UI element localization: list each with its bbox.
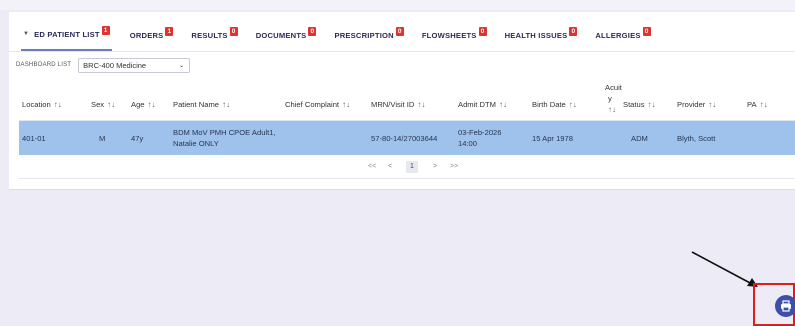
tab-badge: 0 [395, 26, 404, 36]
tab-results[interactable]: RESULTS 0 [191, 19, 238, 51]
col-status[interactable]: Status ↑↓ [623, 100, 656, 109]
patient-panel: ▼ ED PATIENT LIST 1 ORDERS 1 RESULTS 0 DOCU… [9, 12, 795, 190]
cell-provider: Blyth, Scott [677, 134, 716, 143]
dashboard-selected-value: BRC-400 Medicine [83, 60, 147, 70]
tab-allergies[interactable]: ALLERGIES 0 [595, 19, 651, 51]
tab-badge: 0 [569, 26, 578, 36]
tab-documents[interactable]: DOCUMENTS 0 [256, 19, 317, 51]
sort-icon: ↑↓ [708, 100, 717, 109]
tab-flowsheets[interactable]: FLOWSHEETS 0 [422, 19, 487, 51]
sort-icon: ↑↓ [568, 100, 577, 109]
annotation-arrow [691, 251, 758, 287]
col-label: Provider [677, 100, 706, 109]
cell-location: 401-01 [22, 134, 46, 143]
sort-icon: ↑↓ [107, 100, 116, 109]
pager-first-button[interactable]: << [368, 163, 376, 170]
top-strip [0, 0, 795, 10]
patient-name-line: Natalie ONLY [173, 139, 219, 148]
tab-badge: 0 [308, 26, 317, 36]
pagination: << < 1 > >> [19, 155, 795, 179]
tab-badge: 1 [165, 26, 174, 36]
col-sex[interactable]: Sex ↑↓ [91, 100, 115, 109]
tab-orders[interactable]: ORDERS 1 [130, 19, 174, 51]
cell-status: ADM [631, 134, 648, 143]
col-birth-date[interactable]: Birth Date ↑↓ [532, 100, 577, 109]
dashboard-label: DASHBOARD LIST [16, 62, 72, 68]
sort-icon: ↑↓ [417, 100, 426, 109]
pager-next-button[interactable]: > [433, 163, 437, 170]
table-row[interactable]: 401-01 M 47y BDM MoV PMH CPOE Adult1, Na… [19, 121, 795, 155]
pager-last-button[interactable]: >> [450, 163, 458, 170]
col-provider[interactable]: Provider ↑↓ [677, 100, 716, 109]
col-label: PA [747, 100, 757, 109]
col-label: y [608, 94, 612, 103]
sort-icon: ↑↓ [222, 100, 231, 109]
admit-date: 03-Feb-2026 [458, 128, 502, 137]
tab-label: PRESCRIPTION [334, 30, 394, 40]
cell-birth-date: 15 Apr 1978 [532, 134, 573, 143]
cell-age: 47y [131, 134, 144, 143]
col-label: Patient Name [173, 100, 220, 109]
tab-label: ORDERS [129, 30, 164, 40]
sort-icon: ↑↓ [498, 100, 507, 109]
col-label: Sex [91, 100, 105, 109]
tab-ed-patient-list[interactable]: ▼ ED PATIENT LIST 1 [21, 19, 112, 51]
sort-icon: ↑↓ [608, 105, 616, 114]
tab-label: RESULTS [191, 30, 228, 40]
tab-label: ALLERGIES [595, 30, 641, 40]
col-label: Admit DTM [458, 100, 496, 109]
cell-mrn: 57-80-14/27003644 [371, 134, 438, 143]
col-label: Chief Complaint [285, 100, 340, 109]
chevron-down-icon: ⌄ [179, 62, 185, 69]
col-label: Age [131, 100, 145, 109]
cell-sex: M [99, 134, 106, 143]
col-label: MRN/Visit ID [371, 100, 415, 109]
tab-label: DOCUMENTS [255, 30, 307, 40]
sort-icon: ↑↓ [759, 100, 768, 109]
cell-patient-name: BDM MoV PMH CPOE Adult1, Natalie ONLY [173, 128, 276, 148]
col-pa[interactable]: PA ↑↓ [747, 100, 768, 109]
col-age[interactable]: Age ↑↓ [131, 100, 156, 109]
col-label: Birth Date [532, 100, 566, 109]
tab-label: ED PATIENT LIST [34, 29, 100, 39]
col-mrn[interactable]: MRN/Visit ID ↑↓ [371, 100, 425, 109]
col-chief-complaint[interactable]: Chief Complaint ↑↓ [285, 100, 350, 109]
col-label: Location [22, 100, 51, 109]
print-button[interactable] [775, 295, 795, 317]
table-header: Location ↑↓ Sex ↑↓ Age ↑↓ Patient Name ↑↓ Ch… [19, 78, 795, 121]
col-label: Status [623, 100, 645, 109]
col-label: Acuit [605, 83, 622, 92]
col-acuity[interactable]: Acuit y ↑↓ [605, 82, 622, 115]
tab-prescription[interactable]: PRESCRIPTION 0 [334, 19, 404, 51]
patient-table: Location ↑↓ Sex ↑↓ Age ↑↓ Patient Name ↑↓ Ch… [19, 78, 795, 179]
col-admit-dtm[interactable]: Admit DTM ↑↓ [458, 100, 507, 109]
admit-time: 14:00 [458, 139, 478, 148]
printer-icon [781, 300, 791, 312]
cell-admit-dtm: 03-Feb-2026 14:00 [458, 128, 501, 148]
sort-icon: ↑↓ [53, 100, 62, 109]
tab-badge: 0 [642, 26, 651, 36]
dashboard-select[interactable]: BRC-400 Medicine ⌄ [78, 57, 191, 73]
tab-bar: ▼ ED PATIENT LIST 1 ORDERS 1 RESULTS 0 DOCU… [9, 12, 795, 52]
pager-prev-button[interactable]: < [388, 163, 392, 170]
sort-icon: ↑↓ [147, 100, 156, 109]
col-patient-name[interactable]: Patient Name ↑↓ [173, 100, 230, 109]
pager-page-1[interactable]: 1 [406, 161, 418, 173]
tab-badge: 0 [229, 26, 238, 36]
tab-health-issues[interactable]: HEALTH ISSUES 0 [505, 19, 578, 51]
sort-icon: ↑↓ [342, 100, 351, 109]
highlight-box [753, 283, 795, 326]
patient-name-line: BDM MoV PMH CPOE Adult1, [173, 128, 276, 137]
tab-badge: 1 [101, 25, 110, 35]
tab-label: HEALTH ISSUES [504, 30, 568, 40]
dashboard-row: DASHBOARD LIST BRC-400 Medicine ⌄ [16, 57, 191, 73]
caret-down-icon: ▼ [23, 31, 30, 37]
tab-badge: 0 [478, 26, 487, 36]
col-location[interactable]: Location ↑↓ [22, 100, 62, 109]
sort-icon: ↑↓ [647, 100, 656, 109]
tab-label: FLOWSHEETS [421, 30, 477, 40]
